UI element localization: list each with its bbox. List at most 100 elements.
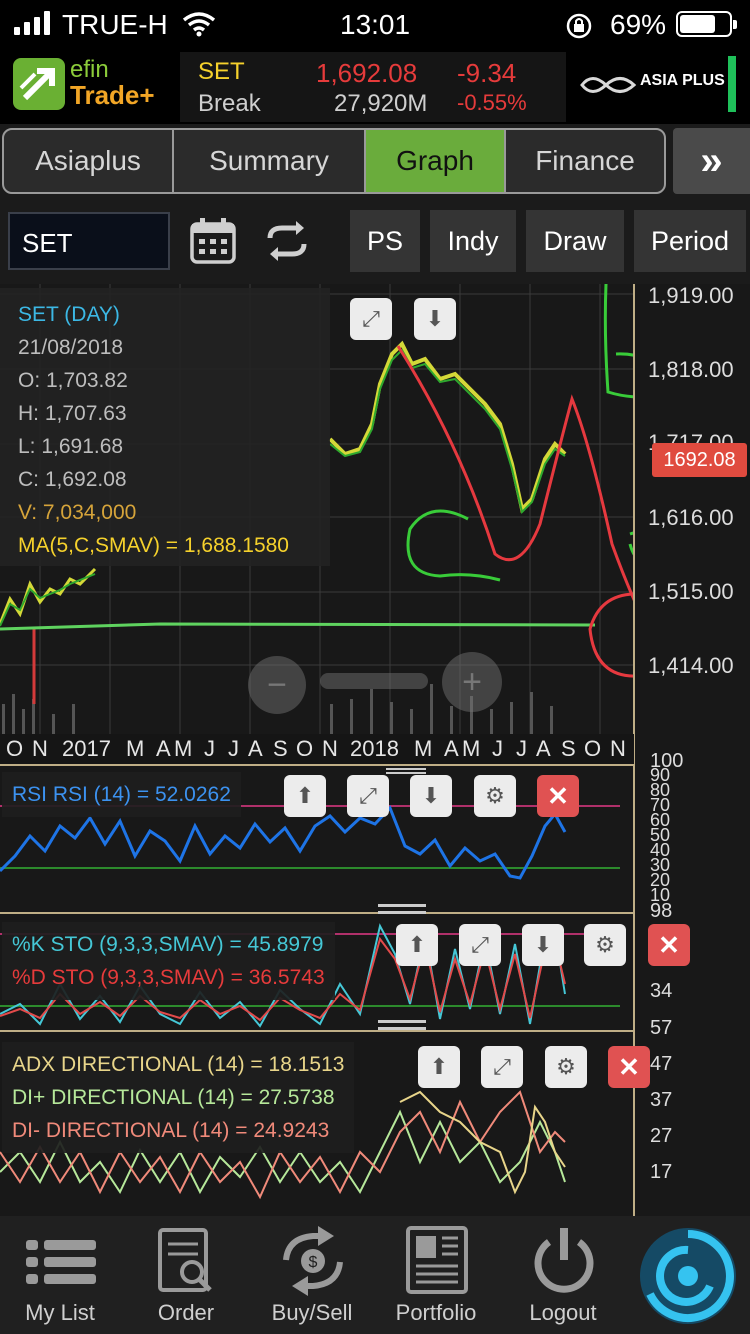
zoom-out-button[interactable]: − — [248, 656, 306, 714]
sto-move-down-button[interactable]: ⬇ — [522, 924, 564, 966]
quote-status: Break — [198, 90, 261, 117]
current-price-tag: 1692.08 — [652, 443, 747, 477]
ohlc-close: C: 1,692.08 — [18, 468, 127, 491]
time-axis-label: M — [462, 736, 481, 761]
time-axis-label: N — [610, 736, 626, 761]
adx-expand-button[interactable]: ⤢ — [481, 1046, 523, 1088]
nav-label: Portfolio — [395, 1300, 477, 1325]
quote-volume: 27,920M — [334, 90, 428, 117]
nav-label: Buy/Sell — [271, 1300, 353, 1325]
time-axis-label: J — [204, 736, 215, 761]
broker-logo: ASIA PLUS — [640, 72, 725, 89]
list-icon — [26, 1240, 96, 1284]
plus-icon: + — [462, 662, 482, 701]
adx-close-button[interactable]: ✕ — [608, 1046, 650, 1088]
exchange-icon: $ — [283, 1226, 343, 1296]
adx-label: ADX DIRECTIONAL (14) = 18.1513 — [12, 1053, 345, 1076]
time-axis-label: J — [516, 736, 527, 761]
efin-logo-icon — [13, 58, 65, 110]
more-tabs-button[interactable]: » — [673, 128, 750, 194]
time-axis: O N 2017 M A M J J A S O N 2018 M A M J … — [0, 734, 634, 764]
nav-logout[interactable]: Logout — [503, 1216, 623, 1334]
signal-icon — [14, 11, 58, 35]
ohlc-open: O: 1,703.82 — [18, 369, 128, 392]
svg-text:$: $ — [309, 1254, 318, 1271]
wifi-icon — [182, 12, 216, 37]
nav-portfolio[interactable]: Portfolio — [376, 1216, 496, 1334]
symbol-input[interactable]: SET — [8, 212, 170, 270]
move-down-button[interactable]: ⬇ — [414, 298, 456, 340]
time-axis-label: O — [6, 736, 24, 761]
battery-icon — [676, 11, 737, 37]
sto-settings-button[interactable]: ⚙ — [584, 924, 626, 966]
sto-close-button[interactable]: ✕ — [648, 924, 690, 966]
sto-move-up-button[interactable]: ⬆ — [396, 924, 438, 966]
price-axis-label: 1,616.00 — [648, 505, 734, 530]
bottom-nav: My List Order $ Buy/Sell Portfolio Logou… — [0, 1216, 750, 1334]
tab-asiaplus[interactable]: Asiaplus — [4, 130, 174, 192]
ps-button[interactable]: PS — [350, 210, 420, 272]
time-axis-label: 2018 — [350, 736, 399, 761]
rsi-settings-button[interactable]: ⚙ — [474, 775, 516, 817]
arrow-up-icon: ⬆ — [407, 932, 427, 957]
app-menu-logo-icon[interactable] — [636, 1224, 740, 1328]
draw-button[interactable]: Draw — [526, 210, 624, 272]
refresh-icon[interactable] — [262, 216, 312, 266]
calendar-icon[interactable] — [188, 216, 238, 266]
gear-icon: ⚙ — [485, 783, 505, 808]
time-axis-label: A — [536, 736, 551, 761]
sto-d-label: %D STO (9,3,3,SMAV) = 36.5743 — [12, 966, 325, 989]
nav-order[interactable]: Order — [126, 1216, 246, 1334]
ohlc-high: H: 1,707.63 — [18, 402, 127, 425]
tab-graph[interactable]: Graph — [366, 130, 506, 192]
price-axis-label: 1,919.00 — [648, 283, 734, 308]
zoom-slider[interactable] — [320, 673, 428, 689]
expand-icon: ⤢ — [471, 932, 489, 957]
adx-axis-label: 37 — [650, 1089, 673, 1111]
price-axis-label: 1,414.00 — [648, 653, 734, 678]
period-button[interactable]: Period — [634, 210, 746, 272]
status-bar: TRUE-H 13:01 69% — [0, 0, 750, 50]
app-header: efin Trade+ SET 1,692.08 -9.34 Break 27,… — [0, 50, 750, 124]
zoom-in-button[interactable]: + — [442, 652, 502, 712]
sto-expand-button[interactable]: ⤢ — [459, 924, 501, 966]
rsi-expand-button[interactable]: ⤢ — [347, 775, 389, 817]
minus-icon: − — [267, 665, 287, 704]
tab-summary[interactable]: Summary — [174, 130, 366, 192]
panel-resize-handle[interactable] — [378, 904, 426, 914]
adx-axis-label: 27 — [650, 1125, 673, 1147]
di-minus-label: DI- DIRECTIONAL (14) = 24.9243 — [12, 1119, 330, 1142]
adx-settings-button[interactable]: ⚙ — [545, 1046, 587, 1088]
indy-button[interactable]: Indy — [430, 210, 516, 272]
index-quote[interactable]: SET 1,692.08 -9.34 Break 27,920M -0.55% — [180, 52, 566, 122]
price-axis-label: 1,818.00 — [648, 357, 734, 382]
battery-percent: 69% — [610, 9, 667, 40]
expand-icon: ⤢ — [362, 306, 380, 331]
arrow-down-icon: ⬇ — [425, 306, 445, 331]
nav-label: My List — [25, 1300, 95, 1325]
expand-chart-button[interactable]: ⤢ — [350, 298, 392, 340]
expand-icon: ⤢ — [359, 783, 377, 808]
adx-axis-label: 57 — [650, 1017, 673, 1039]
nav-my-list[interactable]: My List — [0, 1216, 120, 1334]
time-axis-label: J — [228, 736, 239, 761]
panel-resize-handle[interactable] — [378, 1020, 426, 1030]
arrow-up-icon: ⬆ — [429, 1054, 449, 1079]
rsi-move-down-button[interactable]: ⬇ — [410, 775, 452, 817]
quote-symbol: SET — [198, 58, 245, 85]
main-tabs: Asiaplus Summary Graph Finance — [2, 128, 666, 194]
nav-buy-sell[interactable]: $ Buy/Sell — [252, 1216, 372, 1334]
panel-resize-handle[interactable] — [386, 768, 426, 774]
ohlc-info-panel: SET (DAY) 21/08/2018 O: 1,703.82 H: 1,70… — [0, 288, 330, 566]
time-axis-label: N — [32, 736, 48, 761]
adx-move-up-button[interactable]: ⬆ — [418, 1046, 460, 1088]
gear-icon: ⚙ — [595, 932, 615, 957]
double-chevron-right-icon: » — [700, 138, 723, 183]
rsi-move-up-button[interactable]: ⬆ — [284, 775, 326, 817]
time-axis-label: O — [296, 736, 314, 761]
tab-finance[interactable]: Finance — [506, 130, 664, 192]
logo-text-bottom: Trade+ — [70, 80, 155, 110]
nav-label: Logout — [529, 1300, 597, 1325]
time-axis-label: O — [584, 736, 602, 761]
rsi-close-button[interactable]: ✕ — [537, 775, 579, 817]
